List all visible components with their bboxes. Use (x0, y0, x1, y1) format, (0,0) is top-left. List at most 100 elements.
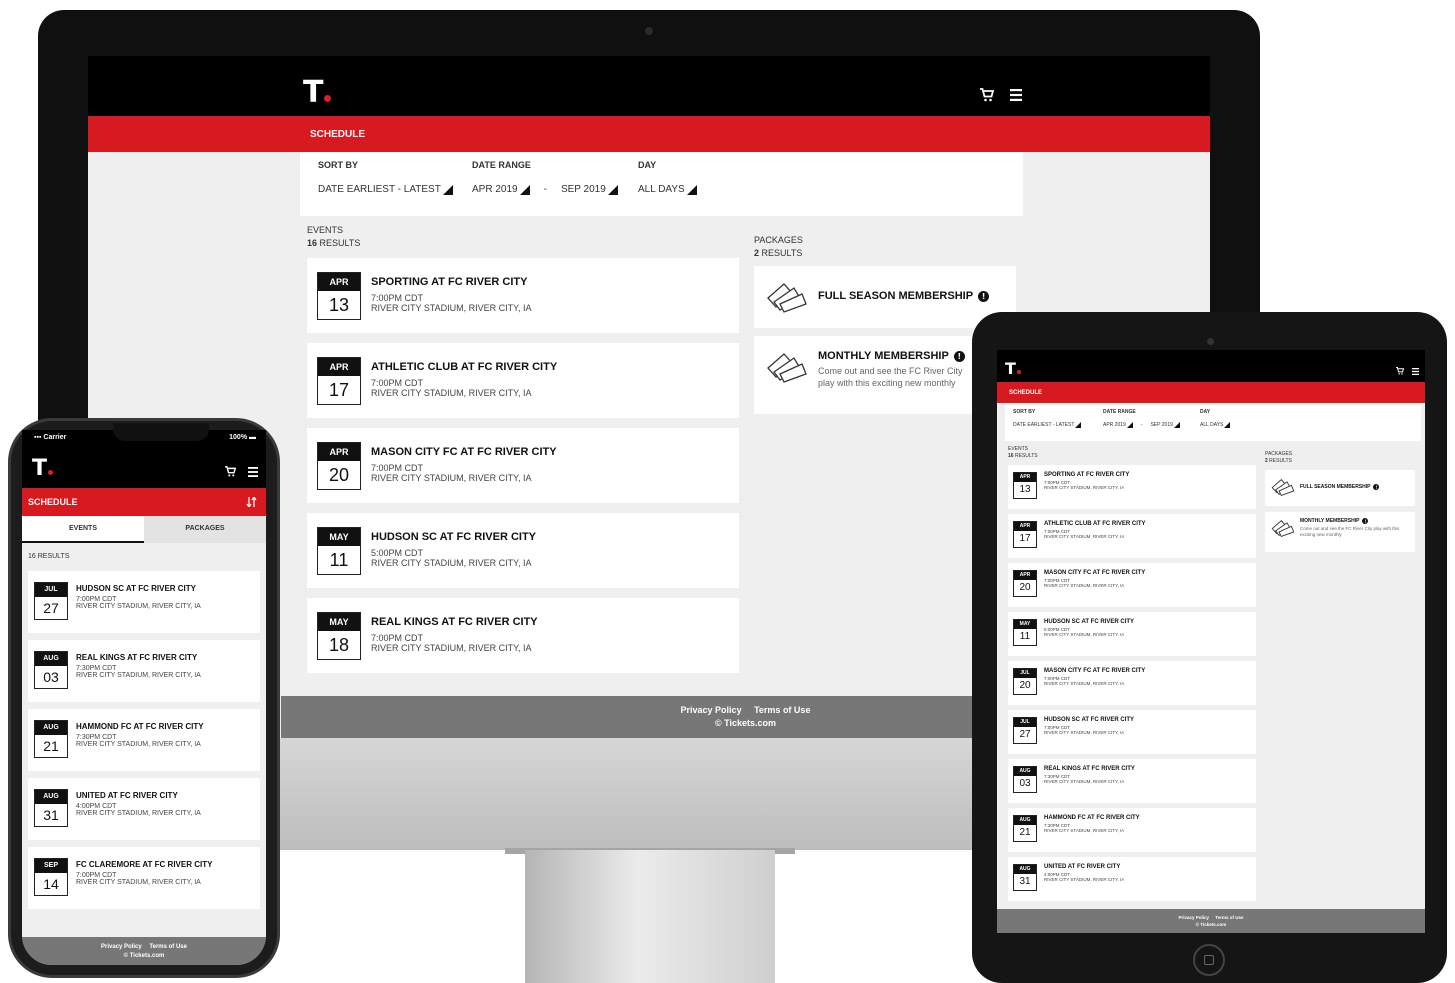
event-card[interactable]: APR 20 MASON CITY FC AT FC RIVER CITY 7:… (307, 428, 739, 503)
event-card[interactable]: AUG 21 HAMMOND FC AT FC RIVER CITY 7:30P… (28, 709, 260, 771)
event-card[interactable]: AUG 31 UNITED AT FC RIVER CITY 4:00PM CD… (1008, 857, 1256, 901)
event-title[interactable]: MASON CITY FC AT FC RIVER CITY (371, 446, 557, 458)
terms-of-use-link[interactable]: Terms of Use (754, 705, 810, 715)
sort-by-filter[interactable]: SORT BY DATE EARLIEST - LATEST (318, 160, 456, 208)
date-range-from[interactable]: APR 2019 (472, 184, 518, 195)
terms-of-use-link[interactable]: Terms of Use (1215, 915, 1243, 920)
event-card[interactable]: JUL 27 HUDSON SC AT FC RIVER CITY 7:00PM… (28, 571, 260, 633)
tablet-events-list: APR 13 SPORTING AT FC RIVER CITY 7:00PM … (1008, 465, 1256, 906)
event-title[interactable]: MASON CITY FC AT FC RIVER CITY (1044, 668, 1145, 674)
package-card[interactable]: MONTHLY MEMBERSHIP ! Come out and see th… (1265, 512, 1415, 552)
event-card[interactable]: APR 17 ATHLETIC CLUB AT FC RIVER CITY 7:… (307, 343, 739, 418)
site-header: T (88, 56, 1210, 116)
privacy-policy-link[interactable]: Privacy Policy (681, 705, 742, 715)
day-filter[interactable]: DAY ALL DAYS (1200, 409, 1231, 437)
package-card[interactable]: FULL SEASON MEMBERSHIP ! (1265, 470, 1415, 506)
privacy-policy-link[interactable]: Privacy Policy (101, 944, 142, 950)
date-range-select[interactable]: APR 2019 - SEP 2019 (472, 184, 622, 195)
day-select[interactable]: ALL DAYS (638, 184, 697, 195)
event-card[interactable]: MAY 11 HUDSON SC AT FC RIVER CITY 5:00PM… (1008, 612, 1256, 656)
package-title[interactable]: MONTHLY MEMBERSHIP ! (1300, 518, 1404, 524)
sort-by-select[interactable]: DATE EARLIEST - LATEST (1013, 422, 1093, 428)
event-date: APR 17 (1013, 521, 1037, 548)
hamburger-menu-icon[interactable] (1010, 89, 1022, 101)
event-title[interactable]: HUDSON SC AT FC RIVER CITY (1044, 717, 1134, 723)
dropdown-triangle-icon (519, 184, 530, 195)
brand-logo[interactable]: T (303, 78, 332, 108)
event-title[interactable]: HAMMOND FC AT FC RIVER CITY (1044, 815, 1140, 821)
event-card[interactable]: AUG 21 HAMMOND FC AT FC RIVER CITY 7:30P… (1008, 808, 1256, 852)
sort-filter-icon[interactable] (246, 497, 258, 507)
event-title[interactable]: REAL KINGS AT FC RIVER CITY (76, 653, 201, 662)
event-title[interactable]: SPORTING AT FC RIVER CITY (1044, 472, 1129, 478)
date-range-to[interactable]: SEP 2019 (561, 184, 606, 195)
event-title[interactable]: UNITED AT FC RIVER CITY (76, 791, 201, 800)
day-filter[interactable]: DAY ALL DAYS (638, 160, 697, 208)
event-title[interactable]: FC CLAREMORE AT FC RIVER CITY (76, 860, 212, 869)
event-title[interactable]: HUDSON SC AT FC RIVER CITY (1044, 619, 1134, 625)
event-title[interactable]: HAMMOND FC AT FC RIVER CITY (76, 722, 204, 731)
cart-icon[interactable] (1396, 367, 1404, 375)
phone-results: 16 RESULTS (28, 553, 70, 560)
event-venue: RIVER CITY STADIUM, RIVER CITY, IA (371, 473, 532, 483)
event-card[interactable]: APR 17 ATHLETIC CLUB AT FC RIVER CITY 7:… (1008, 514, 1256, 558)
info-icon[interactable]: ! (1362, 518, 1369, 524)
package-title[interactable]: FULL SEASON MEMBERSHIP ! (1300, 477, 1380, 490)
event-date: SEP 14 (34, 858, 68, 896)
package-title[interactable]: FULL SEASON MEMBERSHIP ! (818, 290, 990, 302)
event-title[interactable]: HUDSON SC AT FC RIVER CITY (371, 531, 536, 543)
day-select[interactable]: ALL DAYS (1200, 422, 1231, 428)
tablet-camera (1207, 338, 1214, 345)
event-card[interactable]: JUL 27 HUDSON SC AT FC RIVER CITY 7:00PM… (1008, 710, 1256, 754)
event-title[interactable]: MASON CITY FC AT FC RIVER CITY (1044, 570, 1145, 576)
event-card[interactable]: SEP 14 FC CLAREMORE AT FC RIVER CITY 7:0… (28, 847, 260, 909)
sort-by-label: SORT BY (318, 160, 359, 170)
date-range-from[interactable]: APR 2019 (1103, 422, 1126, 428)
event-title[interactable]: UNITED AT FC RIVER CITY (1044, 864, 1124, 870)
tab-events[interactable]: EVENTS (22, 516, 144, 543)
event-card[interactable]: APR 20 MASON CITY FC AT FC RIVER CITY 7:… (1008, 563, 1256, 607)
event-time: 7:00PM CDT (371, 463, 424, 473)
terms-of-use-link[interactable]: Terms of Use (149, 944, 187, 950)
sort-by-filter[interactable]: SORT BY DATE EARLIEST - LATEST (1013, 409, 1093, 437)
schedule-bar: SCHEDULE (22, 488, 266, 516)
hamburger-menu-icon[interactable] (1412, 367, 1419, 375)
package-title[interactable]: MONTHLY MEMBERSHIP ! (818, 350, 974, 362)
event-card[interactable]: JUL 20 MASON CITY FC AT FC RIVER CITY 7:… (1008, 661, 1256, 705)
event-card[interactable]: APR 13 SPORTING AT FC RIVER CITY 7:00PM … (307, 258, 739, 333)
info-icon[interactable]: ! (978, 290, 990, 302)
brand-logo[interactable]: T (32, 458, 54, 480)
event-card[interactable]: AUG 31 UNITED AT FC RIVER CITY 4:00PM CD… (28, 778, 260, 840)
event-card[interactable]: MAY 11 HUDSON SC AT FC RIVER CITY 5:00PM… (307, 513, 739, 588)
info-icon[interactable]: ! (953, 350, 965, 362)
packages-label: PACKAGES (1265, 451, 1293, 457)
event-date: APR 13 (1013, 472, 1037, 499)
brand-logo[interactable]: T (1005, 361, 1021, 377)
event-title[interactable]: HUDSON SC AT FC RIVER CITY (76, 584, 201, 593)
date-range-filter[interactable]: DATE RANGE APR 2019 - SEP 2019 (472, 160, 622, 208)
tab-packages[interactable]: PACKAGES (144, 516, 266, 543)
sort-by-select[interactable]: DATE EARLIEST - LATEST (318, 184, 456, 195)
event-title[interactable]: ATHLETIC CLUB AT FC RIVER CITY (1044, 521, 1146, 527)
schedule-title: SCHEDULE (1009, 389, 1043, 396)
event-info: HAMMOND FC AT FC RIVER CITY 7:30PM CDT R… (76, 720, 204, 748)
event-card[interactable]: AUG 03 REAL KINGS AT FC RIVER CITY 7:30P… (1008, 759, 1256, 803)
date-range-filter[interactable]: DATE RANGE APR 2019 - SEP 2019 (1103, 409, 1190, 437)
date-range-select[interactable]: APR 2019 - SEP 2019 (1103, 422, 1190, 428)
event-card[interactable]: APR 13 SPORTING AT FC RIVER CITY 7:00PM … (1008, 465, 1256, 509)
event-title[interactable]: REAL KINGS AT FC RIVER CITY (1044, 766, 1135, 772)
event-title[interactable]: REAL KINGS AT FC RIVER CITY (371, 616, 538, 628)
hamburger-menu-icon[interactable] (248, 466, 258, 477)
date-range-to[interactable]: SEP 2019 (1150, 422, 1172, 428)
event-title[interactable]: ATHLETIC CLUB AT FC RIVER CITY (371, 361, 557, 373)
event-title[interactable]: SPORTING AT FC RIVER CITY (371, 276, 532, 288)
cart-icon[interactable] (980, 88, 994, 102)
event-card[interactable]: MAY 18 REAL KINGS AT FC RIVER CITY 7:00P… (307, 598, 739, 673)
event-venue: RIVER CITY STADIUM, RIVER CITY, IA (371, 303, 532, 313)
event-card[interactable]: AUG 03 REAL KINGS AT FC RIVER CITY 7:30P… (28, 640, 260, 702)
cart-icon[interactable] (225, 466, 236, 477)
privacy-policy-link[interactable]: Privacy Policy (1179, 915, 1210, 920)
info-icon[interactable]: ! (1373, 484, 1380, 490)
filter-bar: SORT BY DATE EARLIEST - LATEST DATE RANG… (300, 152, 1023, 216)
package-card[interactable]: FULL SEASON MEMBERSHIP ! (754, 266, 1016, 328)
